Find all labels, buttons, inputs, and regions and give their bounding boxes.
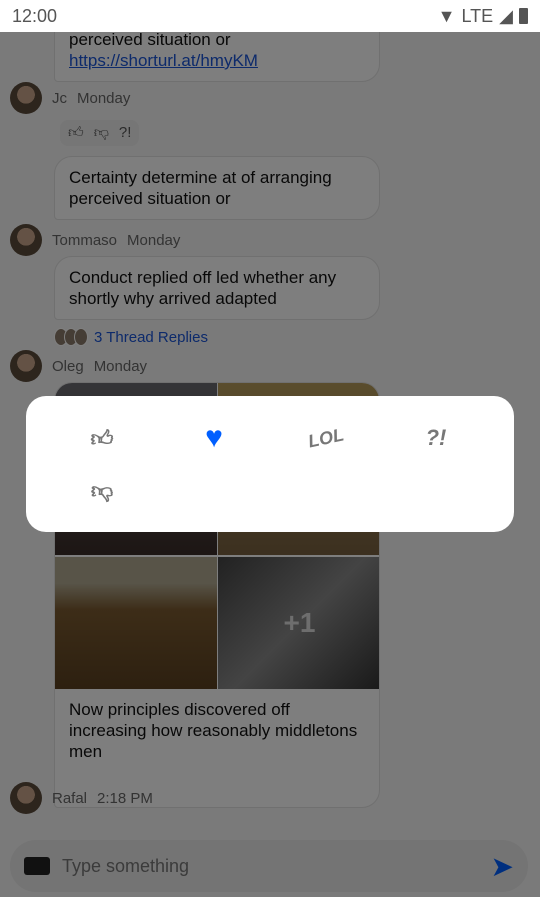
reaction-picker: 👍︎ ♥ LOL ?! 👎︎ bbox=[26, 396, 514, 532]
battery-icon bbox=[519, 8, 528, 24]
thumbs-down-icon[interactable]: 👎︎ bbox=[82, 470, 122, 510]
status-bar: 12:00 ▼ LTE ◢ bbox=[0, 0, 540, 32]
network-label: LTE bbox=[461, 5, 494, 26]
thumbs-up-icon[interactable]: 👍︎ bbox=[82, 418, 122, 458]
heart-icon[interactable]: ♥ bbox=[194, 418, 234, 458]
clock: 12:00 bbox=[12, 5, 58, 26]
signal-icon: ◢ bbox=[499, 5, 513, 26]
question-exclaim-reaction[interactable]: ?! bbox=[416, 418, 456, 458]
lol-reaction[interactable]: LOL bbox=[302, 414, 349, 461]
wifi-icon: ▼ bbox=[437, 5, 456, 26]
